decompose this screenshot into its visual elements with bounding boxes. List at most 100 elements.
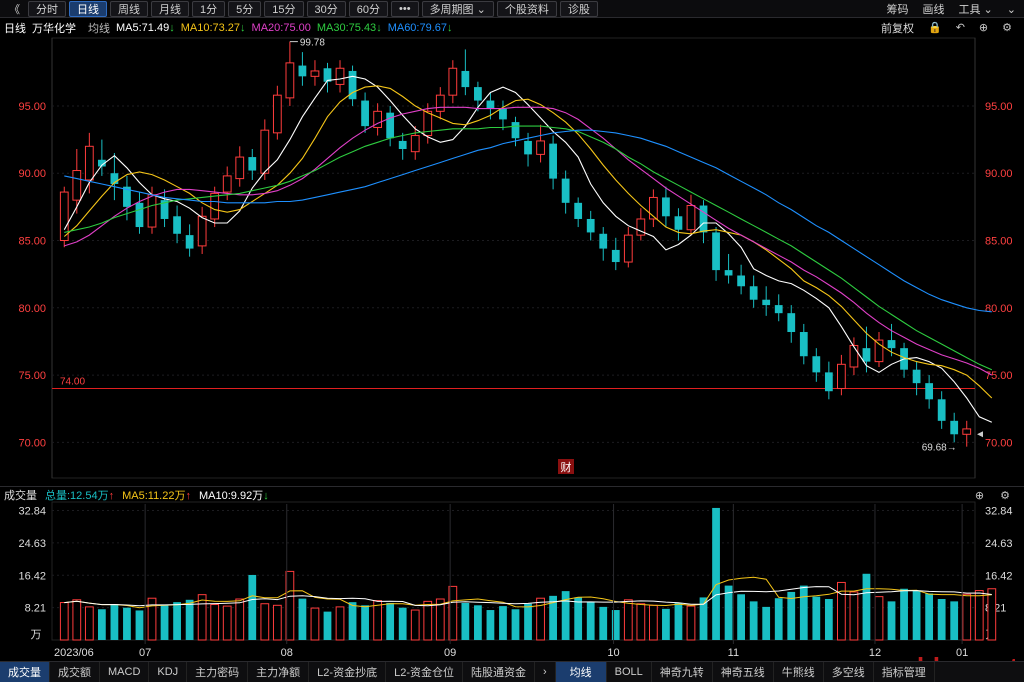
candle-body bbox=[310, 70, 320, 77]
volume-bar bbox=[486, 610, 495, 640]
indicator-tab[interactable]: 牛熊线 bbox=[774, 661, 824, 682]
settings-icon[interactable]: ⚙ bbox=[1000, 489, 1010, 502]
price-tick-label: 95.00 bbox=[18, 101, 46, 113]
volume-bar bbox=[623, 599, 633, 641]
volume-tick-label: 24.63 bbox=[985, 538, 1013, 550]
volume-title: 成交量 bbox=[4, 489, 37, 502]
volume-bar bbox=[599, 606, 608, 640]
volume-bar bbox=[774, 598, 783, 640]
candle-body bbox=[686, 205, 696, 231]
candle-body bbox=[837, 363, 846, 390]
volume-bar bbox=[410, 609, 420, 641]
candle-body bbox=[524, 140, 532, 155]
volume-bar bbox=[160, 605, 169, 640]
indicator-tab[interactable]: › bbox=[535, 661, 556, 682]
indicator-tab[interactable]: 成交额 bbox=[50, 661, 100, 682]
candle-body bbox=[135, 202, 144, 228]
volume-tick-label: 16.42 bbox=[18, 570, 46, 582]
indicator-tab[interactable]: 神奇九转 bbox=[652, 661, 713, 682]
candle-body bbox=[260, 129, 270, 174]
volume-bar bbox=[937, 599, 946, 640]
candle-body bbox=[361, 100, 369, 127]
candle-body bbox=[222, 175, 232, 193]
volume-tick-label: 32.84 bbox=[18, 506, 46, 518]
volume-bar bbox=[887, 601, 896, 640]
volume-bar bbox=[586, 602, 595, 640]
candle-body bbox=[386, 112, 395, 139]
price-tick-label: 70.00 bbox=[985, 437, 1013, 449]
price-tick-label: 90.00 bbox=[985, 168, 1013, 180]
x-axis-label: 08 bbox=[281, 647, 293, 659]
volume-bar bbox=[474, 605, 482, 640]
volume-bar bbox=[197, 594, 207, 641]
volume-right-tools: ⊕ ⚙ bbox=[967, 487, 1018, 503]
indicator-tab[interactable]: MACD bbox=[100, 661, 150, 682]
indicator-tab[interactable]: KDJ bbox=[149, 661, 188, 682]
candle-body bbox=[72, 170, 82, 201]
candle-body bbox=[937, 399, 946, 421]
volume-bar bbox=[361, 605, 369, 640]
candle-body bbox=[712, 232, 720, 271]
volume-bar bbox=[524, 603, 532, 640]
candle-body bbox=[599, 233, 608, 249]
candle-body bbox=[812, 356, 821, 373]
candle-body bbox=[574, 202, 583, 219]
indicator-tabs: 成交量 成交额 MACD KDJ 主力密码 主力净额 L2-资金抄底 L2-资金仓位 陆股通资金… bbox=[0, 661, 1024, 682]
candle-body bbox=[499, 108, 507, 120]
candle-body bbox=[787, 313, 796, 333]
volume-bar bbox=[511, 609, 520, 640]
indicator-tab[interactable]: 主力密码 bbox=[187, 661, 249, 682]
high-label: 99.78 bbox=[300, 38, 325, 49]
volume-bar bbox=[824, 599, 833, 640]
candle-body bbox=[235, 156, 245, 180]
volume-bar bbox=[900, 588, 908, 640]
volume-bar bbox=[222, 605, 232, 641]
candle-body bbox=[398, 140, 407, 149]
volume-bar bbox=[135, 610, 144, 640]
x-axis-label: 2023/06 bbox=[54, 647, 94, 659]
volume-bar bbox=[874, 596, 884, 641]
indicator-tab[interactable]: 多空线 bbox=[824, 661, 874, 682]
volume-bar bbox=[674, 602, 683, 640]
volume-tick-label: 24.63 bbox=[18, 538, 46, 550]
price-tick-label: 90.00 bbox=[18, 168, 46, 180]
candle-body bbox=[448, 67, 458, 96]
volume-tick-label: 16.42 bbox=[985, 570, 1013, 582]
volume-bar bbox=[210, 604, 220, 641]
candle-body bbox=[962, 428, 972, 435]
volume-ma10-text: MA10:9.92万 bbox=[198, 489, 264, 502]
indicator-tab[interactable]: 成交量 bbox=[0, 661, 50, 682]
volume-bar bbox=[662, 608, 670, 640]
x-axis-label: 10 bbox=[607, 647, 619, 659]
add-icon[interactable]: ⊕ bbox=[975, 489, 984, 502]
candle-body bbox=[474, 87, 482, 101]
volume-bar bbox=[636, 603, 646, 641]
indicator-tab[interactable]: L2-资金抄底 bbox=[309, 661, 387, 682]
volume-bar bbox=[561, 591, 570, 640]
volume-bar bbox=[787, 591, 796, 640]
price-tick-label: 85.00 bbox=[18, 236, 46, 248]
price-tick-label: 70.00 bbox=[18, 437, 46, 449]
volume-bar bbox=[248, 574, 257, 640]
indicator-tab[interactable]: 主力净额 bbox=[248, 661, 310, 682]
volume-bar bbox=[110, 604, 119, 640]
indicator-tab[interactable]: L2-资金仓位 bbox=[386, 661, 463, 682]
candle-body bbox=[611, 249, 620, 263]
indicator-tab[interactable]: 均线 bbox=[555, 661, 607, 682]
indicator-tab[interactable]: 神奇五线 bbox=[713, 661, 774, 682]
volume-bar bbox=[574, 597, 583, 640]
indicator-tab[interactable]: 陆股通资金 bbox=[463, 661, 535, 682]
volume-bar bbox=[323, 611, 332, 640]
volume-bar bbox=[461, 602, 470, 640]
indicator-tab[interactable]: BOLL bbox=[607, 661, 652, 682]
volume-ma5-text: MA5:11.22万 bbox=[122, 489, 186, 502]
indicator-tab[interactable]: 指标管理 bbox=[874, 661, 935, 682]
volume-tick-label: 8.21 bbox=[25, 603, 46, 615]
volume-bar bbox=[762, 606, 771, 640]
up-arrow-icon: ↑ bbox=[108, 489, 115, 502]
candle-body bbox=[461, 70, 470, 88]
candle-body bbox=[410, 135, 420, 153]
volume-bar bbox=[648, 604, 658, 641]
volume-ma5: MA5:11.22万↑ bbox=[122, 487, 191, 503]
ma-line-ma5 bbox=[63, 75, 993, 423]
